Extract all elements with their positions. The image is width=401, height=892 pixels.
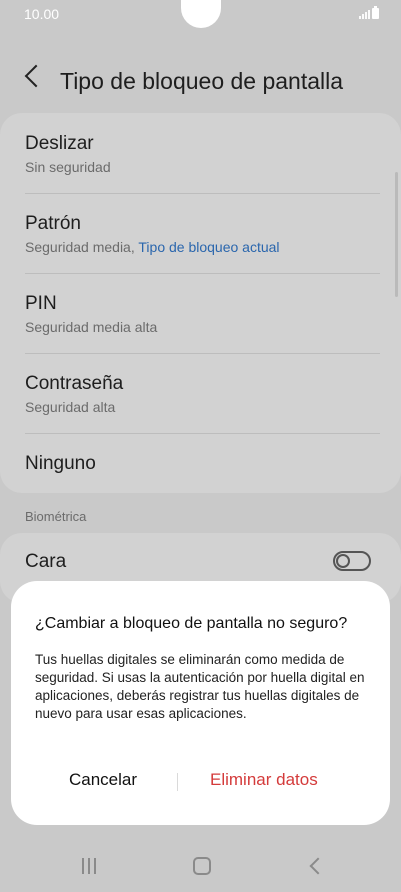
home-icon[interactable] — [193, 857, 211, 875]
status-bar: 10.00 — [0, 0, 401, 30]
scrollbar[interactable] — [395, 172, 398, 297]
security-level-text: Seguridad media, — [25, 239, 135, 255]
delete-data-button[interactable]: Eliminar datos — [210, 770, 318, 790]
lock-option-deslizar[interactable]: Deslizar Sin seguridad — [0, 113, 401, 191]
status-time: 10.00 — [24, 6, 60, 22]
signal-icon — [359, 10, 370, 19]
back-button[interactable] — [16, 60, 52, 100]
lock-option-subtitle: Seguridad alta — [25, 399, 116, 415]
lock-option-patron[interactable]: Patrón Seguridad media, Tipo de bloqueo … — [0, 194, 401, 273]
face-option-label: Cara — [25, 551, 67, 572]
current-lock-type-label: Tipo de bloqueo actual — [138, 239, 280, 255]
battery-icon — [372, 6, 379, 19]
lock-option-contrasena[interactable]: Contraseña Seguridad alta — [0, 354, 401, 433]
navigation-bar — [0, 842, 401, 892]
button-divider — [177, 773, 178, 791]
lock-option-subtitle: Sin seguridad — [25, 159, 111, 175]
system-icons — [359, 6, 379, 19]
cancel-button[interactable]: Cancelar — [69, 770, 137, 790]
face-toggle[interactable] — [333, 551, 371, 571]
app-header: Tipo de bloqueo de pantalla — [0, 56, 401, 106]
toggle-knob — [336, 554, 350, 568]
camera-notch — [181, 0, 221, 28]
confirm-dialog: ¿Cambiar a bloqueo de pantalla no seguro… — [11, 581, 390, 825]
page-title: Tipo de bloqueo de pantalla — [60, 68, 344, 94]
lock-option-title: Ninguno — [25, 453, 96, 474]
recent-apps-icon[interactable] — [82, 858, 98, 874]
section-header-biometrics: Biométrica — [25, 509, 87, 524]
lock-option-title: PIN — [25, 293, 57, 314]
lock-option-title: Contraseña — [25, 373, 124, 394]
lock-option-title: Deslizar — [25, 133, 94, 154]
lock-option-ninguno[interactable]: Ninguno — [0, 434, 401, 493]
lock-option-title: Patrón — [25, 213, 81, 234]
nav-back-icon[interactable] — [309, 857, 327, 875]
lock-option-pin[interactable]: PIN Seguridad media alta — [0, 274, 401, 353]
back-arrow-icon — [24, 64, 48, 88]
lock-type-list: Deslizar Sin seguridad Patrón Seguridad … — [0, 113, 401, 493]
lock-option-subtitle: Seguridad media alta — [25, 319, 158, 335]
dialog-title: ¿Cambiar a bloqueo de pantalla no seguro… — [35, 615, 348, 632]
lock-option-subtitle: Seguridad media, Tipo de bloqueo actual — [25, 239, 280, 255]
dialog-message: Tus huellas digitales se eliminarán como… — [35, 652, 365, 721]
